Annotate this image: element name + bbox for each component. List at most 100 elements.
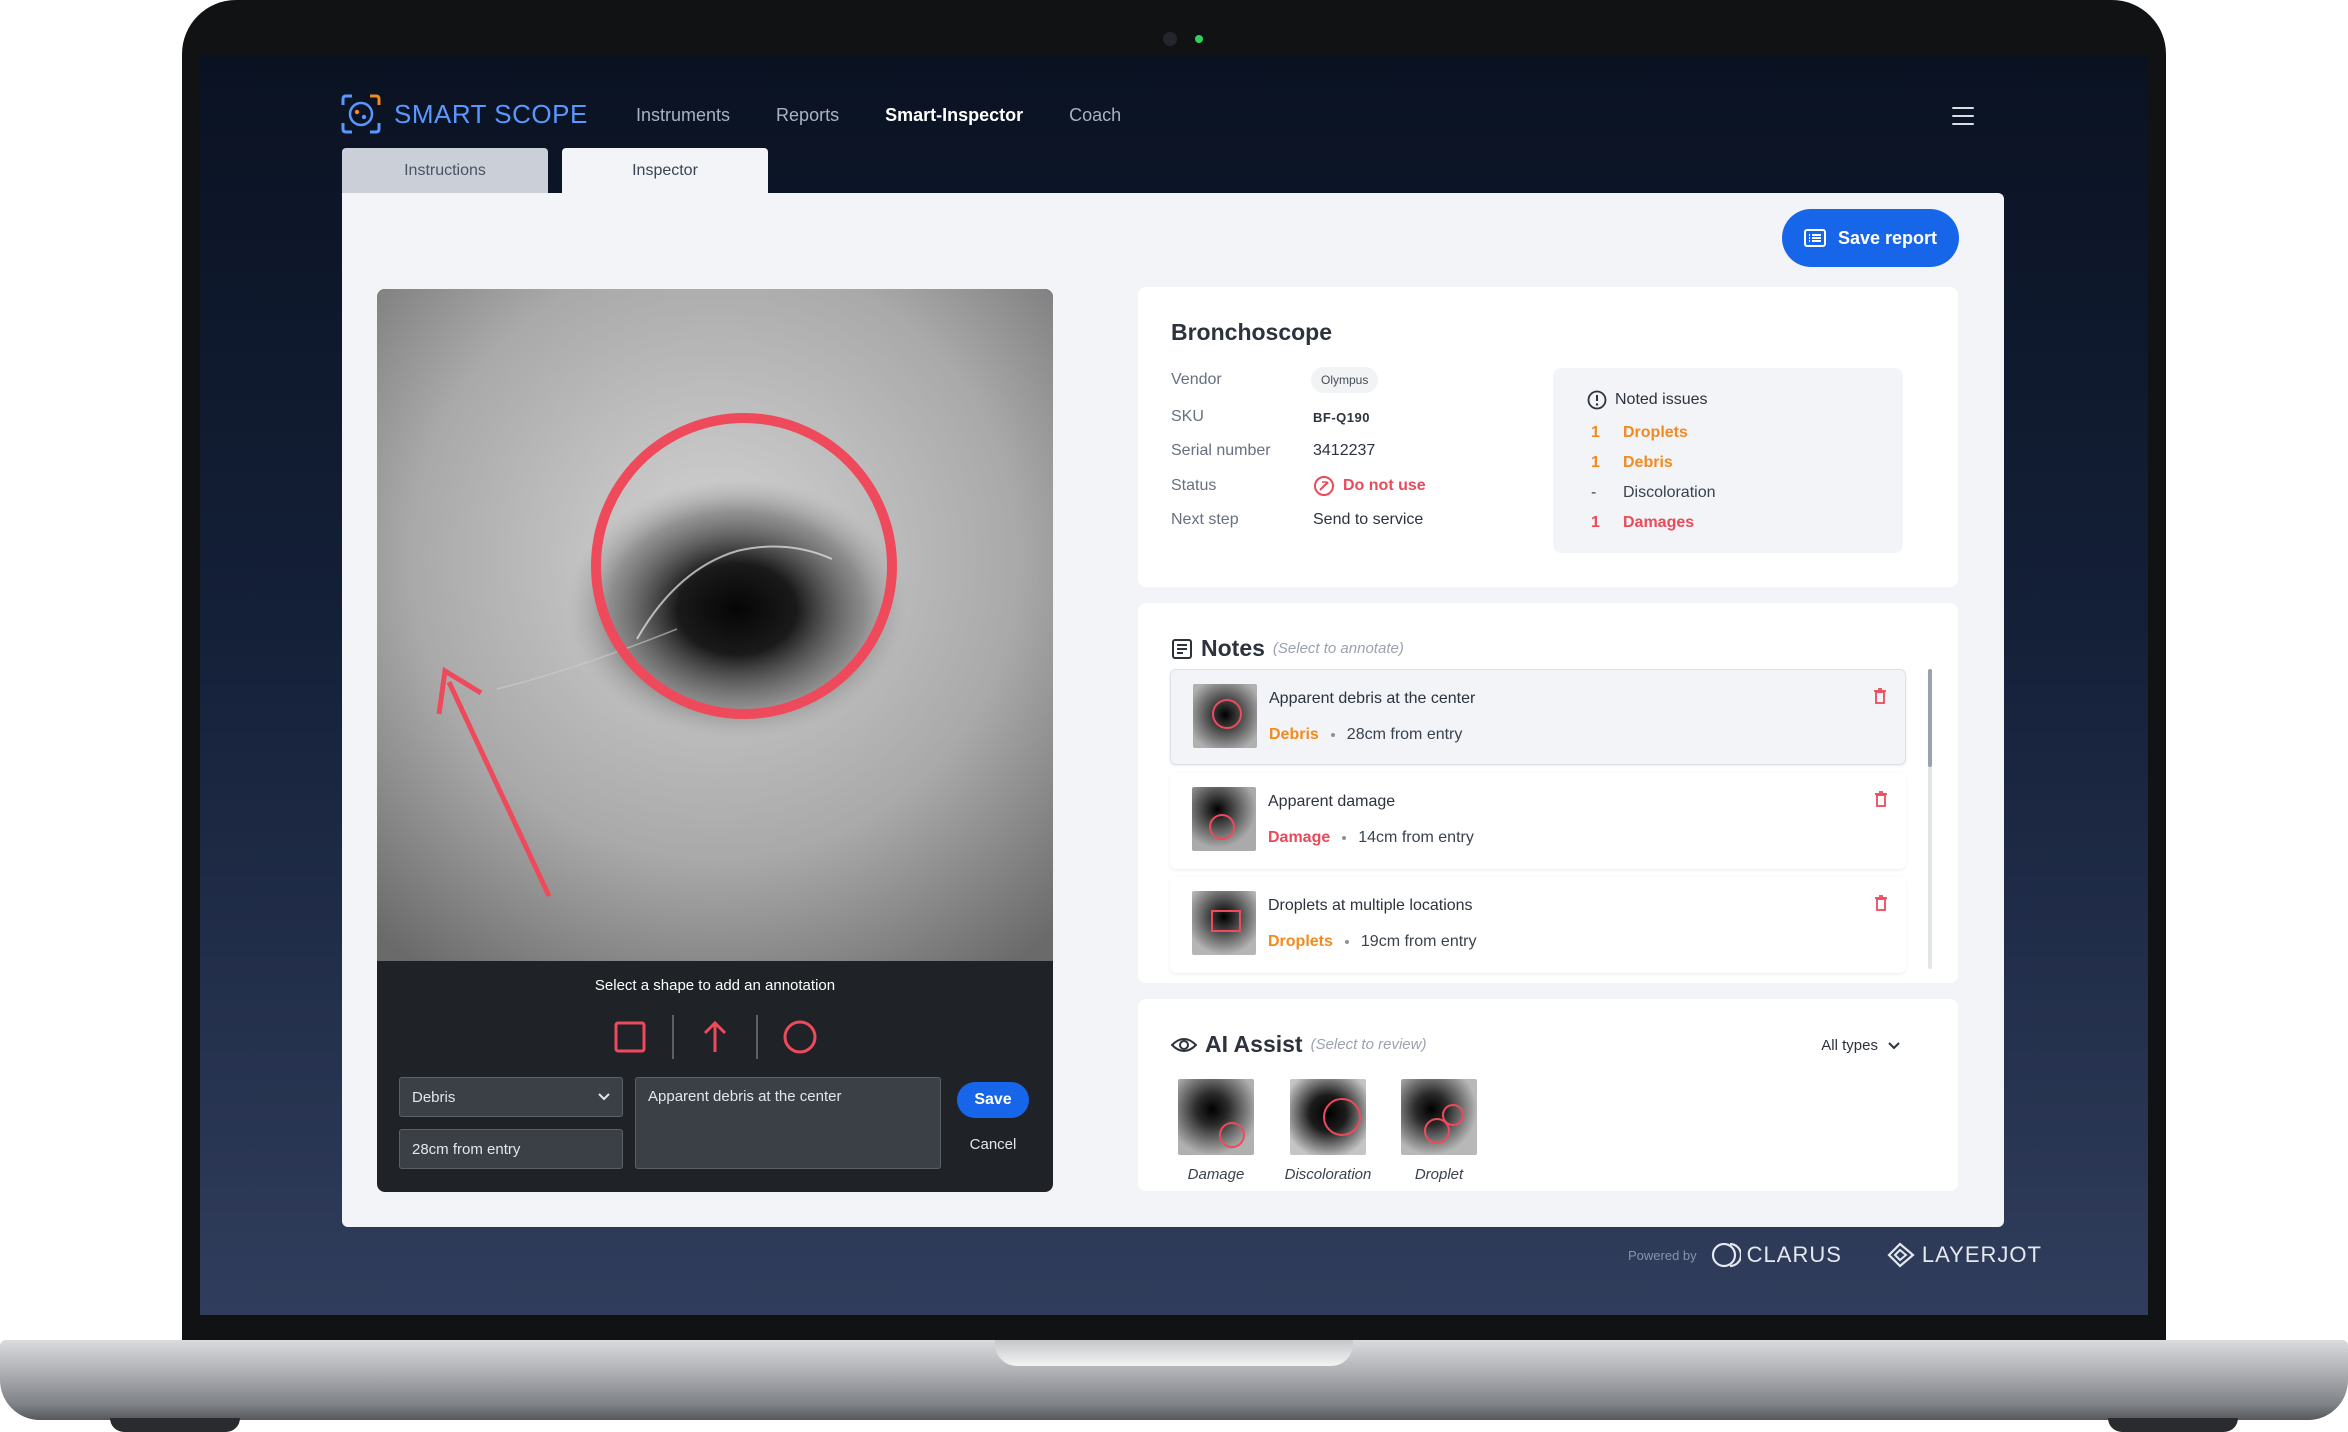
save-report-button[interactable]: Save report [1781,209,1959,267]
ai-assist-hint: (Select to review) [1310,1036,1427,1053]
ai-suggestion-label: Droplet [1414,1166,1464,1183]
square-icon [614,1021,646,1053]
shape-tools [597,1012,833,1062]
save-annotation-button[interactable]: Save [957,1082,1029,1118]
status-text: Do not use [1343,477,1426,494]
brand-name: SMART SCOPE [394,98,588,129]
note-title: Apparent damage [1268,793,1396,810]
ai-thumbnail [1401,1079,1477,1155]
circle-tool[interactable] [775,1012,825,1062]
note-thumbnail [1193,684,1257,748]
powered-by-footer: Powered by CLARUS LAYERJOT [1628,1242,2042,1268]
notes-card: Notes (Select to annotate) Apparent debr… [1138,603,1958,983]
app-logo[interactable]: SMART SCOPE [340,93,588,135]
issue-count: - [1591,484,1597,501]
note-textarea[interactable]: Apparent debris at the center [635,1077,941,1169]
layerjot-mark-icon [1887,1242,1915,1268]
note-location: 19cm from entry [1360,933,1477,950]
note-value: Apparent debris at the center [648,1088,842,1105]
eye-icon [1171,1037,1197,1052]
clarus-mark-icon [1711,1242,1741,1268]
note-item[interactable]: Apparent debris at the center Debris 28c… [1170,669,1906,765]
issue-count: 1 [1591,514,1600,531]
laptop-foot [2108,1418,2238,1432]
noted-issues-label: Noted issues [1615,391,1708,408]
nav-smart-inspector[interactable]: Smart-Inspector [885,105,1023,126]
ai-suggestion[interactable]: Droplet [1399,1079,1479,1183]
nav-coach[interactable]: Coach [1069,105,1121,126]
notes-title: Notes [1201,635,1265,661]
issue-name: Damages [1623,514,1695,531]
inspector-panel: Save report Select a shape to add an ann… [342,193,2004,1227]
note-thumbnail [1192,787,1256,851]
ai-assist-card: AI Assist (Select to review) All types D… [1138,999,1958,1191]
ai-assist-title: AI Assist [1205,1031,1303,1057]
alert-circle-icon [1587,390,1607,410]
issue-type-select[interactable]: Debris [399,1077,623,1117]
annotation-prompt: Select a shape to add an annotation [594,977,836,994]
cancel-annotation-button[interactable]: Cancel [957,1136,1029,1153]
tool-divider [671,1015,674,1059]
ai-suggestion-label: Discoloration [1284,1166,1372,1183]
issue-count: 1 [1591,454,1600,471]
notes-icon [1172,638,1192,659]
nav-instruments[interactable]: Instruments [636,105,730,126]
notes-scrollbar[interactable] [1928,669,1932,969]
trash-icon[interactable] [1874,895,1888,911]
notes-hint: (Select to annotate) [1272,640,1404,657]
scrollbar-thumb[interactable] [1928,669,1932,767]
do-not-use-icon [1314,476,1334,496]
camera-icon [1163,32,1177,46]
hamburger-menu-icon[interactable] [1952,107,1974,125]
location-input[interactable]: 28cm from entry [399,1129,623,1169]
type-filter-dropdown[interactable]: All types [1821,1037,1900,1054]
app-screen: SMART SCOPE Instruments Reports Smart-In… [200,55,2148,1315]
note-title: Apparent debris at the center [1269,690,1476,707]
next-step-label: Next step [1171,511,1239,528]
nav-reports[interactable]: Reports [776,105,839,126]
location-value: 28cm from entry [412,1140,521,1158]
noted-issues-box: Noted issues 1 Droplets 1 Debris - Disco… [1553,368,1903,553]
issue-row-debris: 1 Debris [1591,454,1673,472]
main-nav: Instruments Reports Smart-Inspector Coac… [636,105,1121,126]
note-location: 28cm from entry [1346,726,1463,743]
ai-suggestion[interactable]: Discoloration [1285,1079,1371,1183]
issue-row-droplets: 1 Droplets [1591,424,1688,442]
trash-icon[interactable] [1873,688,1887,704]
tab-inspector[interactable]: Inspector [562,148,768,194]
tab-instructions[interactable]: Instructions [342,148,548,194]
note-title: Droplets at multiple locations [1268,897,1473,914]
layerjot-name: LAYERJOT [1921,1242,2042,1267]
instrument-card: Bronchoscope Vendor Olympus SKU BF-Q190 … [1138,287,1958,587]
scope-logo-icon [341,94,381,134]
separator-dot [1344,940,1349,944]
serial-value: 3412237 [1313,442,1376,459]
note-tag: Droplets [1268,933,1333,950]
arrow-tool[interactable] [690,1012,740,1062]
chevron-down-icon [598,1093,610,1101]
vendor-chip: Olympus [1311,367,1379,393]
powered-by-label: Powered by [1628,1247,1697,1263]
separator-dot [1330,733,1335,737]
note-meta: Droplets 19cm from entry [1268,933,1477,951]
notes-header: Notes (Select to annotate) [1171,635,1404,662]
circle-icon [783,1020,817,1054]
report-icon [1803,229,1826,247]
ai-suggestion-label: Damage [1187,1166,1245,1183]
trash-icon[interactable] [1874,791,1888,807]
scope-image[interactable] [377,289,1053,961]
issue-row-damages: 1 Damages [1591,514,1694,532]
square-tool[interactable] [605,1012,655,1062]
issue-name: Debris [1623,454,1673,471]
note-item[interactable]: Droplets at multiple locations Droplets … [1170,877,1906,973]
status-label: Status [1171,477,1217,494]
arrow-up-icon [703,1020,727,1052]
clarus-name: CLARUS [1746,1242,1842,1267]
ai-suggestion[interactable]: Damage [1176,1079,1256,1183]
laptop-foot [110,1418,240,1432]
note-meta: Damage 14cm from entry [1268,829,1474,847]
type-filter-value: All types [1821,1037,1878,1054]
serial-label: Serial number [1171,442,1271,459]
note-item[interactable]: Apparent damage Damage 14cm from entry [1170,773,1906,869]
note-thumbnail [1192,891,1256,955]
